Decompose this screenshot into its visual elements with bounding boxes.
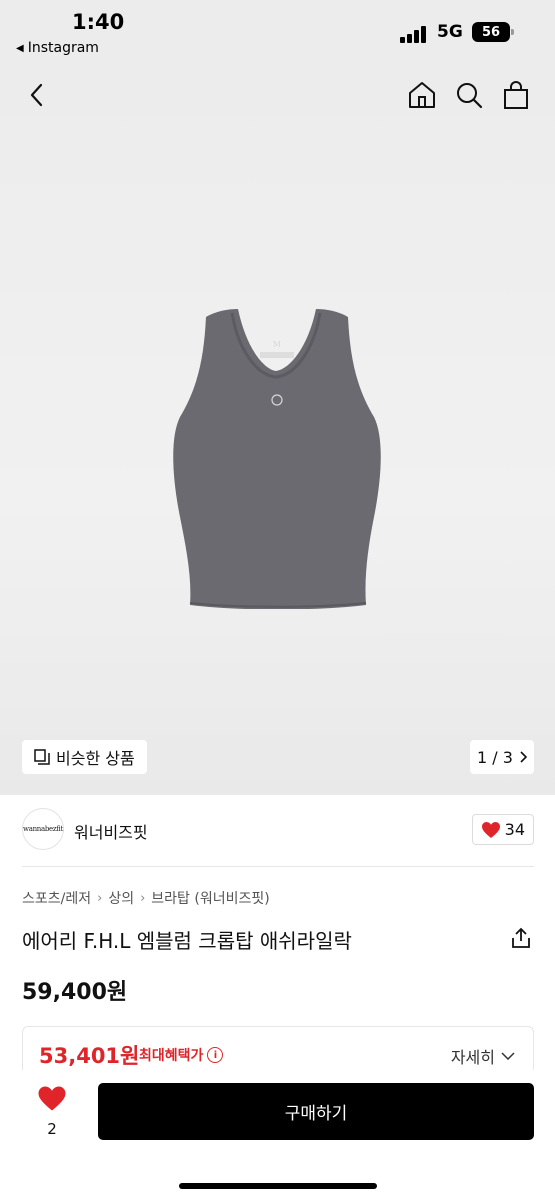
- similar-products-icon: [34, 749, 50, 765]
- search-button[interactable]: [452, 78, 486, 112]
- similar-products-button[interactable]: 비슷한 상품: [22, 740, 147, 774]
- battery-level: 56: [481, 24, 501, 40]
- breadcrumb-separator-icon: ›: [140, 890, 146, 906]
- chevron-down-icon: [501, 1052, 515, 1060]
- signal-icon: [400, 25, 428, 43]
- benefit-label-text: 최대혜택가: [139, 1048, 204, 1064]
- breadcrumb-separator-icon: ›: [97, 890, 103, 906]
- benefit-price: 53,401원: [39, 1044, 140, 1068]
- svg-text:M: M: [273, 340, 281, 349]
- back-button[interactable]: [20, 78, 54, 112]
- product-title: 에어리 F.H.L 엠블럼 크롭탑 애쉬라일락: [22, 929, 352, 953]
- network-label: 5G: [437, 22, 463, 42]
- home-button[interactable]: [405, 78, 439, 112]
- back-chevron-icon: [30, 83, 43, 107]
- breadcrumb-item[interactable]: 스포츠/레저: [22, 888, 91, 908]
- status-time: 1:40: [72, 10, 125, 34]
- benefit-detail-toggle[interactable]: 자세히: [451, 1044, 515, 1068]
- back-app-label: Instagram: [27, 40, 99, 56]
- buy-button[interactable]: 구매하기: [98, 1083, 534, 1140]
- heart-icon: [38, 1086, 66, 1111]
- pager-label: 1 / 3: [477, 747, 513, 767]
- shopping-bag-icon: [504, 81, 528, 109]
- info-icon[interactable]: i: [207, 1047, 224, 1063]
- battery-icon: 56: [472, 22, 514, 42]
- similar-products-label: 비슷한 상품: [56, 749, 135, 768]
- bottom-purchase-bar: 2 구매하기: [0, 1070, 555, 1200]
- benefit-label: 최대혜택가 i: [139, 1045, 224, 1065]
- brand-like-button[interactable]: 34: [471, 814, 534, 845]
- chevron-right-icon: [520, 751, 527, 763]
- brand-name[interactable]: 워너비즈핏: [74, 819, 148, 843]
- breadcrumb: 스포츠/레저 › 상의 › 브라탑 (워너비즈핏): [22, 888, 270, 908]
- status-bar: 1:40 ◀ Instagram 5G 56: [0, 0, 555, 62]
- breadcrumb-item[interactable]: 상의: [108, 888, 134, 908]
- detail-label: 자세히: [450, 1048, 495, 1067]
- breadcrumb-item[interactable]: 브라탑 (워너비즈핏): [151, 888, 269, 908]
- share-icon: [512, 927, 530, 948]
- brand-logo[interactable]: wannabezfit: [22, 808, 64, 850]
- product-price: 59,400원: [22, 980, 128, 1005]
- divider: [22, 866, 534, 867]
- home-indicator: [179, 1183, 377, 1189]
- favorite-count: 2: [47, 1120, 57, 1138]
- brand-row[interactable]: wannabezfit 워너비즈핏 34: [22, 805, 534, 855]
- image-pager[interactable]: 1 / 3: [470, 740, 534, 774]
- home-icon: [409, 82, 435, 108]
- heart-icon: [481, 821, 500, 838]
- brand-like-count: 34: [504, 820, 525, 839]
- back-to-app-link[interactable]: ◀ Instagram: [16, 40, 99, 56]
- brand-logo-text: wannabezfit: [23, 825, 64, 833]
- favorite-button[interactable]: 2: [35, 1085, 69, 1138]
- back-triangle-icon: ◀: [16, 42, 24, 54]
- share-button[interactable]: [510, 927, 532, 949]
- crop-top-product-image: M: [173, 309, 381, 609]
- cart-button[interactable]: [499, 78, 533, 112]
- product-image-gallery[interactable]: M 비슷한 상품 1 / 3: [0, 62, 555, 795]
- search-icon: [457, 83, 483, 109]
